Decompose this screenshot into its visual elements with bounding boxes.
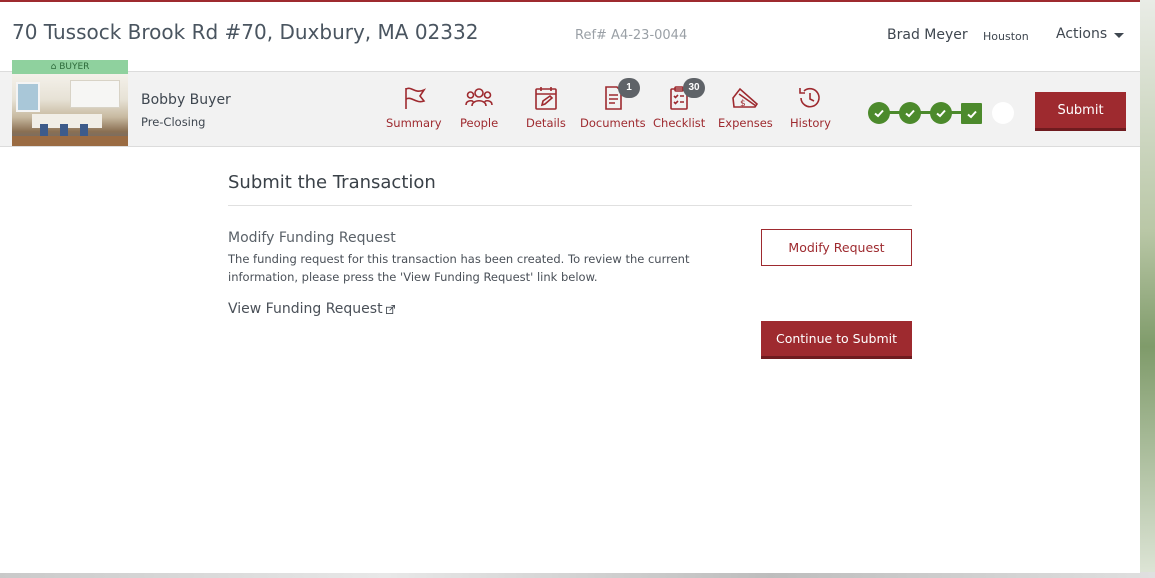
buyer-badge: ⌂ BUYER	[12, 60, 128, 74]
svg-text:$: $	[740, 99, 746, 109]
home-icon: ⌂	[50, 62, 57, 72]
progress-line	[879, 111, 972, 114]
history-icon	[799, 87, 821, 108]
nav-expenses-label: Expenses	[718, 116, 773, 130]
submit-button[interactable]: Submit	[1035, 92, 1126, 131]
client-name: Bobby Buyer	[141, 92, 231, 108]
documents-count-badge: 1	[618, 78, 640, 98]
nav-summary[interactable]: Summary	[386, 84, 442, 130]
property-photo[interactable]	[12, 74, 128, 146]
progress-step-4-check-icon[interactable]	[961, 103, 982, 124]
nav-details-label: Details	[526, 116, 566, 130]
transaction-window: 70 Tussock Brook Rd #70, Duxbury, MA 023…	[0, 0, 1140, 573]
nav-checklist[interactable]: Checklist 30	[653, 78, 706, 130]
transaction-stage: Pre-Closing	[141, 115, 206, 129]
nav-summary-label: Summary	[386, 116, 442, 130]
nav-documents-label: Documents	[580, 116, 646, 130]
nav-checklist-label: Checklist	[653, 116, 706, 130]
modify-request-button[interactable]: Modify Request	[761, 229, 912, 266]
property-address: 70 Tussock Brook Rd #70, Duxbury, MA 023…	[12, 20, 479, 44]
page-title: Submit the Transaction	[228, 172, 912, 206]
progress-step-2-check-icon[interactable]	[899, 102, 921, 124]
expenses-icon: $	[732, 87, 759, 109]
transaction-toolbar: ⌂ BUYER Bobby Buyer Pre-Closing Summary	[0, 60, 1140, 147]
progress-step-3-check-icon[interactable]	[930, 102, 952, 124]
actions-menu[interactable]: Actions	[1056, 26, 1125, 42]
progress-step-1-check-icon[interactable]	[868, 102, 890, 124]
view-funding-request-link[interactable]: View Funding Request	[228, 301, 395, 317]
continue-to-submit-button[interactable]: Continue to Submit	[761, 321, 912, 359]
progress-step-5-icon[interactable]	[992, 102, 1014, 124]
nav-people-label: People	[460, 116, 499, 130]
flag-icon	[404, 87, 426, 109]
user-name[interactable]: Brad Meyer	[887, 27, 968, 43]
section-description: The funding request for this transaction…	[228, 252, 690, 284]
nav-expenses[interactable]: $ Expenses	[718, 84, 773, 130]
reference-number: Ref# A4-23-0044	[575, 28, 688, 43]
external-link-icon	[385, 304, 395, 314]
nav-history-label: History	[790, 116, 831, 130]
caret-down-icon	[1114, 32, 1125, 38]
calendar-edit-icon	[535, 87, 557, 110]
nav-documents[interactable]: Documents 1	[580, 78, 646, 130]
header: 70 Tussock Brook Rd #70, Duxbury, MA 023…	[0, 2, 1140, 72]
buyer-badge-label: BUYER	[59, 62, 90, 72]
transaction-progress	[868, 102, 1018, 124]
view-funding-request-label: View Funding Request	[228, 301, 383, 317]
submit-panel: Submit the Transaction Modify Funding Re…	[228, 172, 912, 359]
nav-history[interactable]: History	[790, 84, 831, 130]
nav-details[interactable]: Details	[526, 84, 566, 130]
people-icon	[465, 88, 493, 107]
checklist-count-badge: 30	[683, 78, 705, 98]
nav-people[interactable]: People	[460, 84, 498, 130]
section-title: Modify Funding Request	[228, 230, 396, 246]
background-image-edge	[1140, 0, 1155, 578]
office-city: Houston	[983, 30, 1029, 43]
actions-label: Actions	[1056, 26, 1108, 42]
